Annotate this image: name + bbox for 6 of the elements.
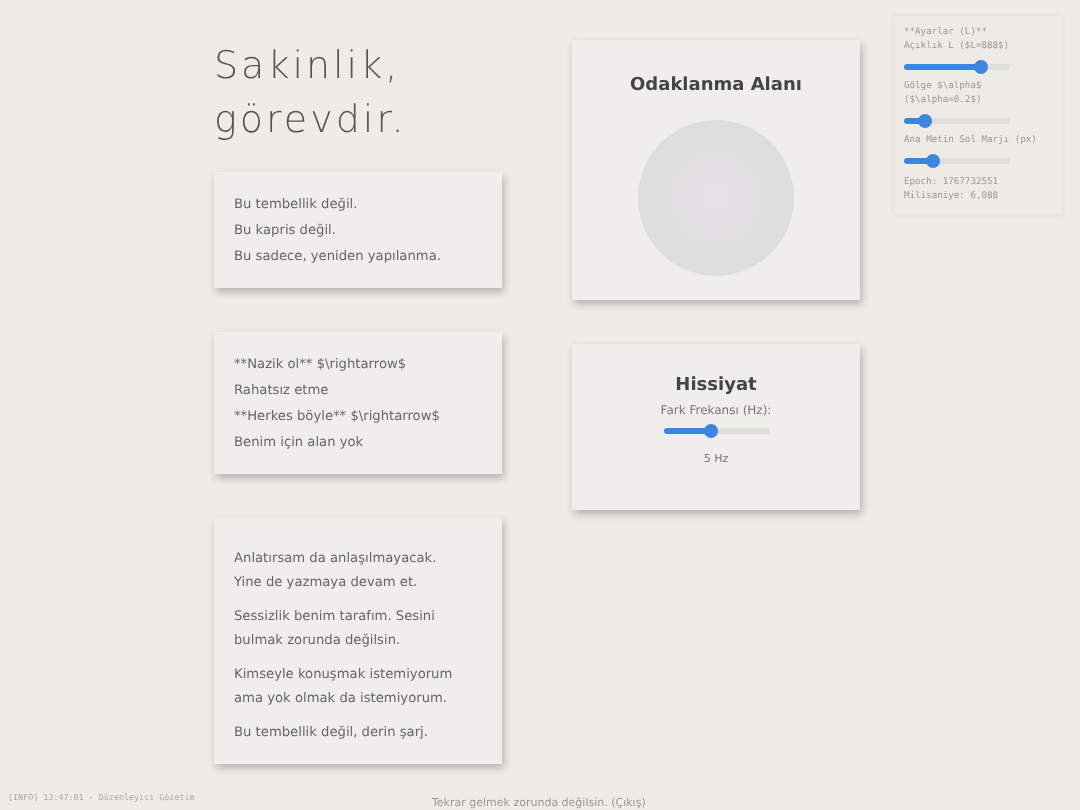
slider[interactable] — [904, 158, 1010, 164]
card-title: Hissiyat — [675, 376, 757, 396]
slider[interactable] — [904, 64, 1010, 70]
page-title: Sakinlik, görevdir. — [214, 42, 409, 146]
card-title: Odaklanma Alanı — [630, 76, 802, 96]
slider[interactable] — [663, 428, 769, 434]
